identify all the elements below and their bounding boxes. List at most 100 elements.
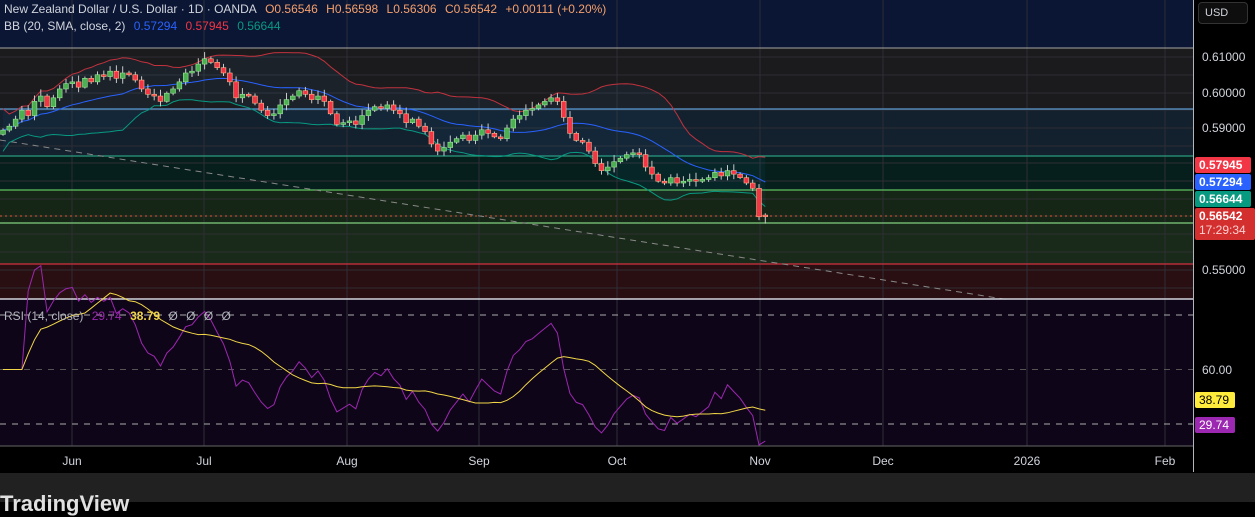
candle: [712, 172, 718, 178]
bb-lower-badge: 0.56644: [1195, 191, 1251, 207]
rsi-badge: 29.74: [1195, 417, 1235, 433]
price-scale[interactable]: USD 0.61000 0.60000 0.59000 0.55000 0.57…: [1193, 0, 1255, 472]
high-value: H0.56598: [326, 2, 379, 16]
candle: [327, 101, 334, 115]
time-label: Aug: [336, 454, 358, 468]
candle: [460, 134, 466, 139]
candle: [101, 74, 107, 77]
candle: [592, 150, 598, 164]
candle: [611, 161, 617, 168]
candle: [132, 74, 138, 81]
candle: [680, 180, 687, 184]
bar-countdown: 17:29:34: [1199, 223, 1246, 237]
candle: [308, 93, 315, 100]
currency-button[interactable]: USD: [1198, 2, 1248, 24]
candle: [359, 115, 365, 125]
candle: [183, 72, 189, 83]
rsi-ma-value: 38.79: [130, 309, 161, 323]
bb-label: BB (20, SMA, close, 2): [4, 19, 126, 33]
candle: [346, 120, 353, 123]
time-label: Jun: [62, 454, 82, 468]
candle: [642, 154, 649, 168]
candle: [731, 170, 737, 175]
candle: [586, 141, 592, 152]
candle: [504, 127, 510, 139]
candle: [479, 129, 485, 136]
candle: [434, 143, 441, 152]
candle: [756, 188, 762, 218]
candle: [617, 157, 624, 163]
candle: [38, 95, 44, 102]
candle: [195, 63, 201, 72]
candle: [598, 163, 605, 171]
symbol-legend: New Zealand Dollar / U.S. Dollar · 1D · …: [4, 2, 611, 16]
candle: [422, 125, 428, 132]
candle: [378, 106, 384, 109]
candle: [214, 62, 220, 68]
tradingview-logo: TradingView: [0, 491, 130, 516]
candle: [705, 177, 712, 180]
candle: [252, 95, 258, 104]
candle: [743, 177, 750, 184]
candle: [50, 97, 57, 107]
candle: [44, 95, 50, 108]
rsi-value: 29.74: [91, 309, 122, 323]
rsi-legend[interactable]: RSI (14, close) 29.74 38.79 Ø Ø Ø Ø: [4, 309, 236, 323]
candle: [655, 173, 661, 182]
time-label: Dec: [872, 454, 894, 468]
candle: [12, 118, 19, 127]
rsi-tick: 60.00: [1202, 363, 1233, 377]
price-tick: 0.61000: [1202, 50, 1246, 64]
candle: [290, 95, 296, 100]
candle: [365, 109, 372, 116]
candle: [201, 58, 208, 65]
candle: [397, 109, 403, 115]
candle: [353, 120, 359, 125]
candle: [661, 180, 668, 184]
chart-canvas[interactable]: [0, 0, 1193, 472]
candle: [220, 67, 227, 74]
low-value: L0.56306: [386, 2, 437, 16]
candle: [151, 93, 157, 97]
candle: [441, 147, 447, 152]
bb-upper-badge: 0.57945: [1195, 157, 1251, 173]
candle: [371, 106, 378, 111]
rsi-extra: Ø: [168, 309, 178, 323]
rsi-extra: Ø: [186, 309, 196, 323]
time-label: Jul: [196, 454, 212, 468]
candle: [630, 152, 636, 155]
rsi-label: RSI (14, close): [4, 309, 84, 323]
price-tick: 0.60000: [1202, 86, 1246, 100]
candle: [724, 170, 731, 177]
candle: [63, 83, 69, 90]
candle: [762, 214, 769, 217]
candle: [321, 95, 327, 102]
candle: [75, 81, 82, 88]
candle: [510, 118, 516, 129]
change-value: +0.00111 (+0.20%): [505, 2, 607, 16]
candle: [472, 134, 479, 141]
candle: [390, 104, 397, 111]
candle: [579, 140, 586, 143]
bb-basis-badge: 0.57294: [1195, 174, 1251, 190]
bb-legend[interactable]: BB (20, SMA, close, 2) 0.57294 0.57945 0…: [4, 19, 286, 33]
time-label: 2026: [1013, 454, 1041, 468]
candle: [497, 136, 504, 139]
last-price: 0.56542: [1199, 209, 1243, 223]
candle: [0, 129, 6, 135]
candle: [94, 74, 101, 83]
candle: [466, 134, 472, 141]
time-label: Oct: [607, 454, 627, 468]
bb-basis-value: 0.57294: [133, 19, 178, 33]
candle: [384, 104, 390, 109]
candle: [529, 108, 535, 111]
candle: [283, 99, 290, 106]
candle: [227, 72, 233, 83]
rsi-extra: Ø: [221, 309, 231, 323]
candle: [693, 179, 699, 182]
open-value: O0.56546: [265, 2, 318, 16]
candle: [31, 101, 38, 116]
rsi-extra: Ø: [203, 309, 214, 323]
candle: [668, 177, 674, 184]
symbol-title: New Zealand Dollar / U.S. Dollar · 1D · …: [4, 2, 257, 16]
